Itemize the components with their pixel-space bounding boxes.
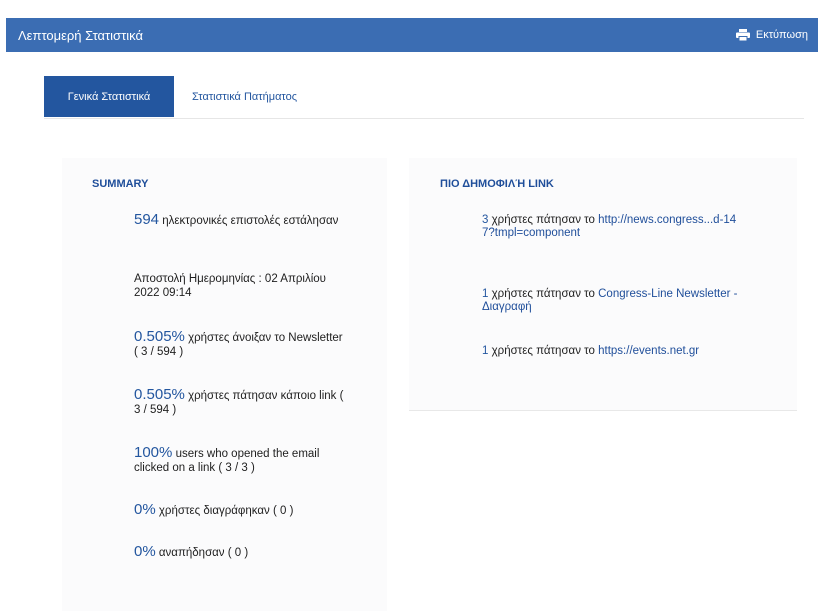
stat-clicked-value: 0.505%	[134, 386, 185, 403]
summary-title: SUMMARY	[92, 178, 149, 190]
stat-unsubscribed-text: χρήστες διαγράφηκαν ( 0 )	[158, 505, 294, 517]
popular-links-title: ΠΙΟ ΔΗΜΟΦΙΛΉ LINK	[440, 178, 554, 190]
link-item: 3 χρήστες πάτησαν το http://news.congres…	[482, 214, 737, 240]
printer-icon	[735, 29, 750, 41]
stat-sent-text: ηλεκτρονικές επιστολές εστάλησαν	[162, 215, 339, 227]
stat-opened-clicked: 100% users who opened the email clicked …	[134, 444, 344, 475]
link-item: 1 χρήστες πάτησαν το Congress-Line Newsl…	[482, 288, 752, 314]
stat-bounced-text: αναπήδησαν ( 0 )	[158, 547, 249, 559]
tab-bar: Γενικά Στατιστικά Στατιστικά Πατήματος	[44, 76, 804, 119]
stat-sent-value: 594	[134, 211, 160, 228]
link-item-count: 1	[482, 288, 489, 300]
link-item-count: 1	[482, 345, 489, 357]
stat-bounced: 0% αναπήδησαν ( 0 )	[134, 543, 344, 560]
page-title: Λεπτομερή Στατιστικά	[18, 27, 143, 43]
header-bar: Λεπτομερή Στατιστικά Εκτύπωση	[6, 18, 818, 52]
print-button[interactable]: Εκτύπωση	[735, 29, 808, 41]
popular-links-panel	[409, 158, 797, 411]
link-item-text: χρήστες πάτησαν το	[491, 288, 595, 300]
stat-send-date: Αποστολή Ημερομηνίας : 02 Απριλίου 2022 …	[134, 273, 326, 299]
link-item-text: χρήστες πάτησαν το	[491, 214, 595, 226]
link-item-count: 3	[482, 214, 489, 226]
stat-opened-clicked-value: 100%	[134, 444, 173, 461]
stat-bounced-value: 0%	[134, 543, 156, 560]
tab-general-stats[interactable]: Γενικά Στατιστικά	[44, 76, 174, 117]
tab-click-stats[interactable]: Στατιστικά Πατήματος	[192, 76, 297, 117]
stat-sent: 594 ηλεκτρονικές επιστολές εστάλησαν	[134, 211, 344, 228]
link-item: 1 χρήστες πάτησαν το https://events.net.…	[482, 345, 782, 358]
stat-opened-value: 0.505%	[134, 328, 185, 345]
stat-opened: 0.505% χρήστες άνοιξαν το Newsletter ( 3…	[134, 328, 344, 359]
link-item-url[interactable]: https://events.net.gr	[598, 345, 699, 357]
stat-unsubscribed-value: 0%	[134, 501, 156, 518]
stat-clicked: 0.505% χρήστες πάτησαν κάποιο link ( 3 /…	[134, 386, 344, 417]
print-label: Εκτύπωση	[755, 29, 808, 41]
stat-unsubscribed: 0% χρήστες διαγράφηκαν ( 0 )	[134, 501, 344, 518]
link-item-text: χρήστες πάτησαν το	[491, 345, 595, 357]
